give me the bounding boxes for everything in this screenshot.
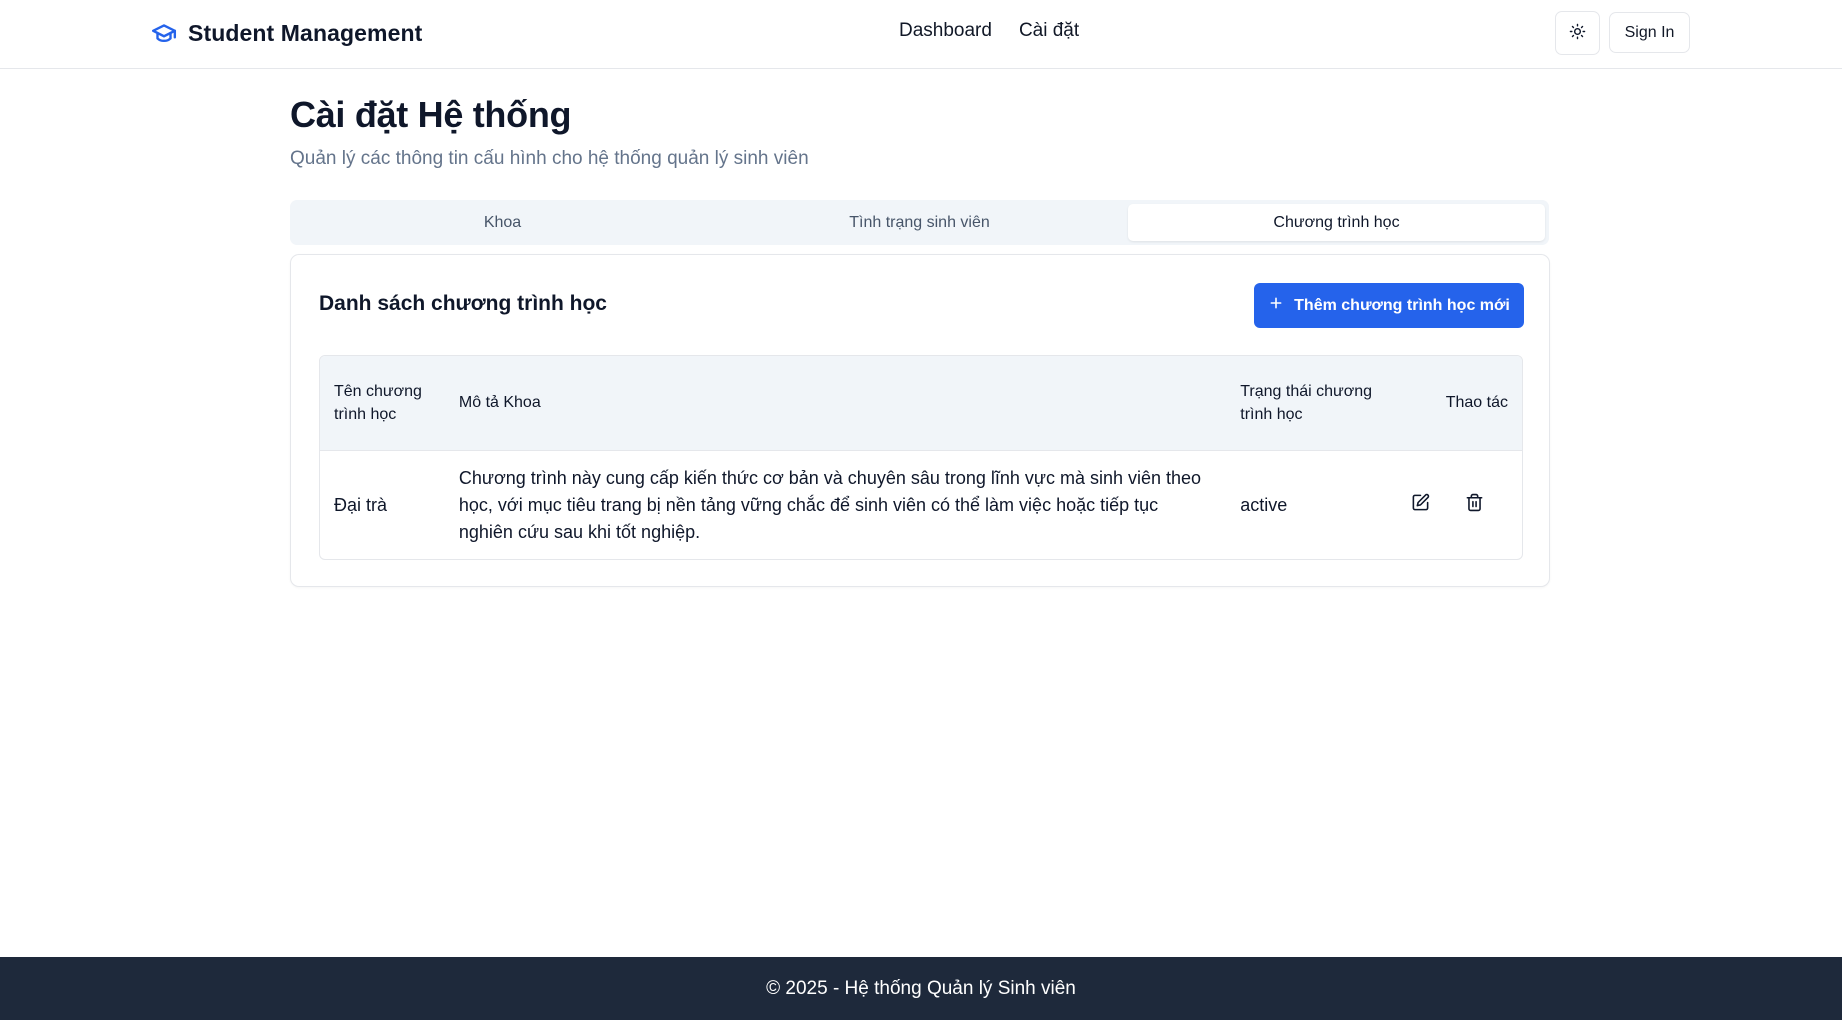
table-row: Đại trà Chương trình này cung cấp kiến t… [320,450,1522,559]
page-subtitle: Quản lý các thông tin cấu hình cho hệ th… [290,148,809,169]
card-title: Danh sách chương trình học [319,292,607,315]
table-header-row: Tên chương trình học Mô tả Khoa Trạng th… [320,356,1522,450]
programs-card: Danh sách chương trình học Thêm chương t… [290,254,1550,587]
theme-toggle-button[interactable] [1555,11,1600,55]
edit-icon[interactable] [1408,491,1432,515]
cell-program-name: Đại trà [334,494,388,515]
nav-link-settings[interactable]: Cài đặt [1019,20,1079,42]
trash-icon[interactable] [1462,491,1486,515]
cell-actions [1394,450,1522,559]
brand-link[interactable]: Student Management [150,18,422,48]
navbar: Student Management Dashboard Cài đặt Sig… [0,0,1842,69]
page-title: Cài đặt Hệ thống [290,94,572,135]
programs-table: Tên chương trình học Mô tả Khoa Trạng th… [319,355,1523,560]
header-program-name: Tên chương trình học [334,382,422,423]
add-program-button[interactable]: Thêm chương trình học mới [1254,283,1524,328]
main-nav: Dashboard Cài đặt [899,20,1079,42]
footer-text: © 2025 - Hệ thống Quản lý Sinh viên [766,977,1076,999]
header-description: Mô tả Khoa [458,394,541,412]
header-status: Trạng thái chương trình học [1240,382,1373,423]
header-actions: Thao tác [1445,394,1508,412]
plus-icon [1268,295,1284,316]
sun-icon [1569,23,1586,43]
nav-link-dashboard[interactable]: Dashboard [899,20,992,42]
cell-description: Chương trình này cung cấp kiến thức cơ b… [458,467,1202,542]
graduation-cap-icon [150,19,178,47]
brand-title: Student Management [188,19,423,46]
tab-khoa[interactable]: Khoa [294,204,711,241]
tab-programs[interactable]: Chương trình học [1128,204,1545,241]
tab-student-status[interactable]: Tình trạng sinh viên [711,204,1128,241]
settings-tabs: Khoa Tình trạng sinh viên Chương trình h… [290,200,1549,245]
cell-status: active [1240,494,1288,515]
sign-in-button[interactable]: Sign In [1609,12,1690,53]
footer: © 2025 - Hệ thống Quản lý Sinh viên [0,957,1842,1020]
add-program-label: Thêm chương trình học mới [1294,296,1510,314]
